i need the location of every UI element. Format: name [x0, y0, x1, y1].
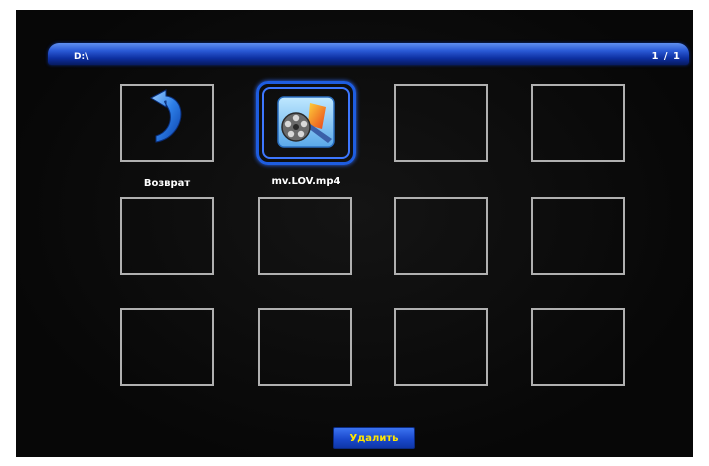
empty-tile: [258, 308, 352, 386]
back-label: Возврат: [143, 178, 191, 189]
empty-tile: [120, 308, 214, 386]
empty-tile: [394, 197, 488, 275]
video-file-tile[interactable]: [256, 81, 356, 165]
video-file-label: mv.LOV.mp4: [271, 176, 341, 187]
empty-tile: [120, 197, 214, 275]
empty-tile: [531, 197, 625, 275]
empty-tile: [258, 197, 352, 275]
empty-tile: [531, 84, 625, 162]
video-file-icon: [277, 96, 335, 148]
empty-tile: [531, 308, 625, 386]
empty-tile: [394, 308, 488, 386]
return-arrow-icon: [149, 89, 182, 143]
current-path: D:\: [74, 52, 89, 62]
page-indicator: 1 / 1: [651, 51, 681, 62]
back-tile[interactable]: [120, 84, 214, 162]
empty-tile: [394, 84, 488, 162]
path-bar: [48, 43, 689, 65]
delete-button[interactable]: Удалить: [333, 427, 415, 449]
